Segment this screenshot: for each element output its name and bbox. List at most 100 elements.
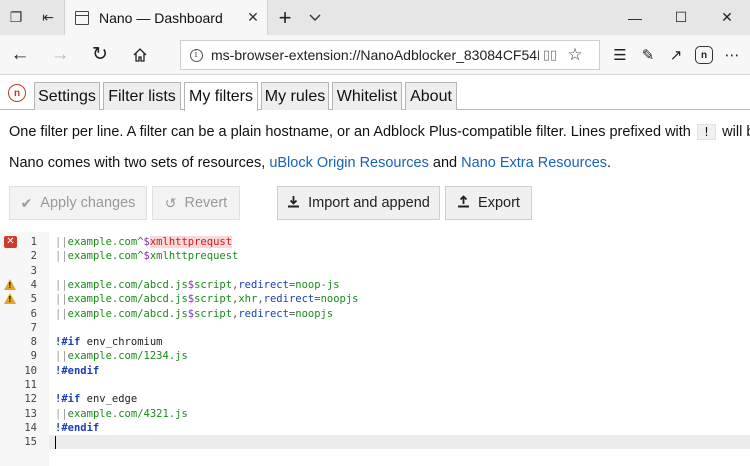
code-token: noopjs <box>320 293 359 306</box>
current-line-highlight <box>49 435 750 450</box>
gutter-line: 2 <box>0 249 49 263</box>
close-window-icon[interactable]: ✕ <box>704 0 750 35</box>
nano-extra-resources-link[interactable]: Nano Extra Resources <box>461 155 607 171</box>
code-token: !#if <box>55 336 81 349</box>
code-line[interactable]: ||example.com/4321.js <box>55 407 188 421</box>
code-token: !#if <box>55 393 81 406</box>
gutter-line: 7 <box>0 321 49 335</box>
close-tab-icon[interactable]: ✕ <box>239 9 267 26</box>
maximize-icon[interactable]: ☐ <box>658 0 704 35</box>
line-number: 10 <box>24 364 37 377</box>
pen-icon[interactable]: ✎ <box>634 35 662 75</box>
tab-my-rules[interactable]: My rules <box>261 82 329 110</box>
resources-description: Nano comes with two sets of resources, u… <box>9 155 612 171</box>
forward-icon[interactable]: → <box>40 35 80 75</box>
code-line[interactable]: ||example.com/abcd.js$script,redirect=no… <box>55 307 333 321</box>
set-tabs-aside-icon[interactable]: ⇤ <box>32 0 64 35</box>
url-text[interactable]: ms-browser-extension://NanoAdblocker_830… <box>211 47 539 63</box>
gutter-line: 13 <box>0 407 49 421</box>
page-icon <box>75 10 89 25</box>
back-icon[interactable]: ← <box>0 35 40 75</box>
gutter-line: 3 <box>0 264 49 278</box>
code-token: script <box>194 278 233 291</box>
code-token: redirect <box>238 278 289 291</box>
tab-settings[interactable]: Settings <box>34 82 100 110</box>
code-token: noopjs <box>295 307 334 320</box>
gutter-line: 14 <box>0 421 49 435</box>
line-number: 15 <box>24 436 37 449</box>
line-number: 12 <box>24 393 37 406</box>
line-number: 13 <box>24 407 37 420</box>
code-token: script <box>194 293 233 306</box>
code-token: || <box>55 278 68 291</box>
code-token: xmlhttprequest <box>149 250 239 263</box>
code-token: example.com/abcd.js <box>67 293 188 306</box>
more-icon[interactable]: ⋯ <box>718 35 746 75</box>
code-line[interactable]: ||example.com^$xmlhttprequst <box>55 235 233 249</box>
gutter-line: 6 <box>0 307 49 321</box>
nano-extension-icon[interactable]: n <box>690 35 718 75</box>
code-token: example.com/abcd.js <box>67 278 188 291</box>
code-line[interactable]: ||example.com/abcd.js$script,xhr,redirec… <box>55 292 359 306</box>
home-icon[interactable] <box>120 35 160 75</box>
tab-about[interactable]: About <box>405 82 457 110</box>
warning-icon[interactable]: ! <box>4 278 16 290</box>
browser-tab[interactable]: Nano — Dashboard ✕ <box>64 0 268 35</box>
code-token: example.com/1234.js <box>67 350 188 363</box>
export-button[interactable]: Export <box>445 186 532 220</box>
share-icon[interactable]: ↗ <box>662 35 690 75</box>
filter-editor[interactable]: ✕ 1 2 3! 4! 5 6 7 8 9 10 11 12 13 14 15 ||example.com^$… <box>0 232 750 466</box>
code-token: env_chromium <box>80 336 163 349</box>
ublock-resources-link[interactable]: uBlock Origin Resources <box>269 155 429 171</box>
code-token: example.com <box>67 250 138 263</box>
import-icon <box>287 195 300 211</box>
address-toolbar: ← → ↻ i ms-browser-extension://NanoAdblo… <box>0 35 750 75</box>
warning-icon[interactable]: ! <box>4 293 16 305</box>
code-line[interactable]: !#if env_chromium <box>55 335 162 349</box>
code-line[interactable]: !#if env_edge <box>55 392 137 406</box>
code-line[interactable]: !#endif <box>55 364 99 378</box>
check-icon: ✔ <box>20 194 33 211</box>
refresh-icon[interactable]: ↻ <box>80 35 120 75</box>
line-number: 14 <box>24 421 37 434</box>
revert-button[interactable]: ↺ Revert <box>152 186 240 220</box>
code-token: || <box>55 407 68 420</box>
gutter-line: 10 <box>0 364 49 378</box>
chevron-down-icon[interactable] <box>302 0 328 35</box>
code-token: || <box>55 250 68 263</box>
undo-icon: ↺ <box>164 194 177 211</box>
code-line[interactable]: !#endif <box>55 421 99 435</box>
apply-changes-button[interactable]: ✔ Apply changes <box>9 186 147 220</box>
code-token: !#endif <box>55 364 100 377</box>
line-number: 9 <box>30 350 37 363</box>
code-line[interactable]: ||example.com/1234.js <box>55 349 188 363</box>
code-token: example.com/4321.js <box>67 407 188 420</box>
dashboard-tabs: n Settings Filter lists My filters My ru… <box>0 76 750 111</box>
line-number: 7 <box>30 321 37 334</box>
gutter-line: 12 <box>0 392 49 406</box>
gutter-line: 8 <box>0 335 49 349</box>
tab-filter-lists[interactable]: Filter lists <box>103 82 181 110</box>
code-token: redirect <box>263 293 315 306</box>
new-tab-icon[interactable]: + <box>268 0 302 35</box>
tab-my-filters[interactable]: My filters <box>184 82 258 111</box>
site-info-icon[interactable]: i <box>181 48 211 62</box>
tab-whitelist[interactable]: Whitelist <box>332 82 402 110</box>
address-input[interactable]: i ms-browser-extension://NanoAdblocker_8… <box>180 40 600 70</box>
favorite-star-icon[interactable]: ☆ <box>561 45 589 65</box>
code-token: xhr <box>238 293 258 306</box>
tab-actions-icon[interactable]: ❐ <box>0 0 32 35</box>
code-line[interactable]: ||example.com^$xmlhttprequest <box>55 249 238 263</box>
reading-view-icon[interactable]: ▯▯ <box>539 47 561 63</box>
code-line[interactable]: ||example.com/abcd.js$script,redirect=no… <box>55 278 340 292</box>
minimize-icon[interactable]: — <box>612 0 658 35</box>
line-number: 2 <box>30 250 37 263</box>
line-number: 4 <box>30 278 37 291</box>
gutter-line: ! 5 <box>0 292 49 306</box>
gutter-line: 11 <box>0 378 49 392</box>
code-token: $ <box>143 236 150 248</box>
code-token: || <box>55 293 68 306</box>
favorites-hub-icon[interactable]: ☰ <box>606 35 634 75</box>
import-append-button[interactable]: Import and append <box>277 186 440 220</box>
error-icon[interactable]: ✕ <box>4 236 17 248</box>
